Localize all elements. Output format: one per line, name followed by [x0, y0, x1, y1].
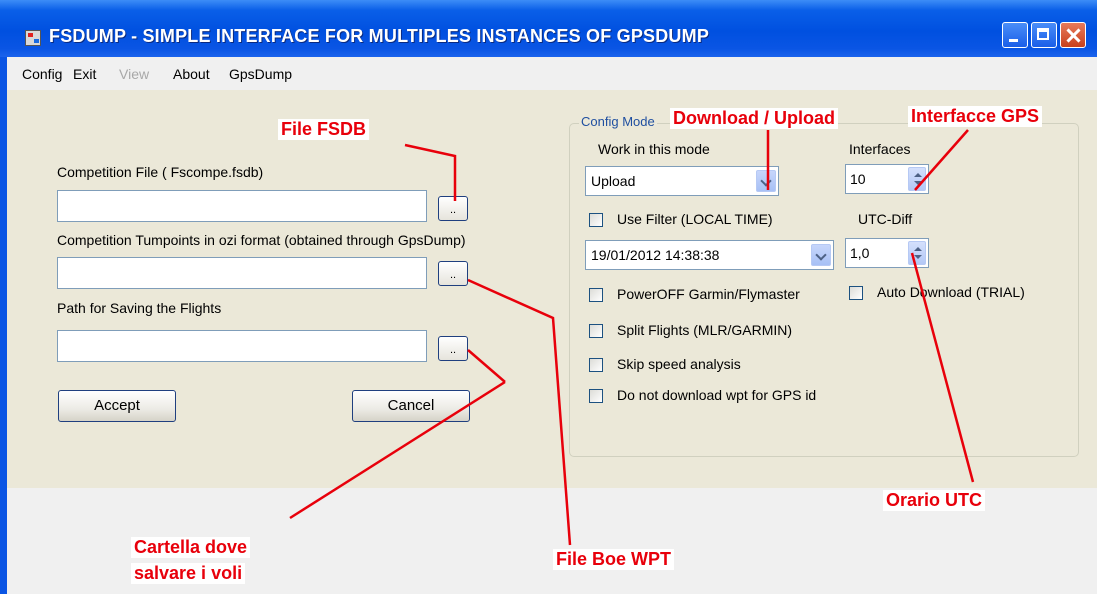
title-bar[interactable]: FSDUMP - SIMPLE INTERFACE FOR MULTIPLES …	[0, 0, 1097, 57]
no-wpt-checkbox[interactable]	[589, 389, 603, 403]
menu-exit[interactable]: Exit	[73, 66, 96, 82]
annotation-download-upload: Download / Upload	[670, 108, 838, 129]
interfaces-stepper[interactable]: 10	[845, 164, 929, 194]
menu-config[interactable]: Config	[22, 66, 62, 82]
skip-speed-checkbox[interactable]	[589, 358, 603, 372]
work-mode-select[interactable]: Upload	[585, 166, 779, 196]
competition-file-label: Competition File ( Fscompe.fsdb)	[57, 164, 264, 180]
annotation-file-fsdb: File FSDB	[278, 119, 370, 140]
menu-about[interactable]: About	[173, 66, 210, 82]
skip-speed-label: Skip speed analysis	[617, 356, 741, 372]
config-mode-title: Config Mode	[579, 114, 657, 129]
turnpoints-label: Competition Tumpoints in ozi format (obt…	[57, 232, 466, 248]
cancel-button[interactable]: Cancel	[352, 390, 470, 422]
maximize-button[interactable]	[1031, 22, 1057, 48]
use-filter-checkbox[interactable]	[589, 213, 603, 227]
use-filter-label: Use Filter (LOCAL TIME)	[617, 211, 773, 227]
annotation-orario-utc: Orario UTC	[883, 490, 986, 511]
interfaces-label: Interfaces	[849, 141, 911, 157]
annotation-cartella-line2: salvare i voli	[131, 563, 246, 584]
menu-view: View	[119, 66, 150, 82]
auto-download-label: Auto Download (TRIAL)	[877, 284, 1025, 300]
window-title: FSDUMP - SIMPLE INTERFACE FOR MULTIPLES …	[49, 26, 710, 46]
annotation-cartella-line1: Cartella dove	[131, 537, 251, 558]
save-path-input[interactable]	[57, 330, 427, 362]
chevron-down-icon[interactable]	[756, 170, 776, 192]
utc-diff-label: UTC-Diff	[858, 211, 913, 227]
browse-turnpoints-button[interactable]: ..	[438, 261, 468, 286]
split-flights-checkbox[interactable]	[589, 324, 603, 338]
menu-bar: Config Exit View About GpsDump	[7, 57, 1097, 90]
menu-gpsdump[interactable]: GpsDump	[229, 66, 292, 82]
annotation-interfacce-gps: Interfacce GPS	[908, 106, 1043, 127]
utc-diff-stepper[interactable]: 1,0	[845, 238, 929, 268]
application-window: FSDUMP - SIMPLE INTERFACE FOR MULTIPLES …	[0, 0, 1097, 594]
competition-file-input[interactable]	[57, 190, 427, 222]
work-mode-label: Work in this mode	[598, 141, 710, 157]
accept-button[interactable]: Accept	[58, 390, 176, 422]
poweroff-checkbox[interactable]	[589, 288, 603, 302]
spinner-arrows-icon[interactable]	[908, 167, 926, 191]
browse-competition-file-button[interactable]: ..	[438, 196, 468, 221]
no-wpt-label: Do not download wpt for GPS id	[617, 387, 817, 403]
filter-datetime-picker[interactable]: 19/01/2012 14:38:38	[585, 240, 834, 270]
minimize-button[interactable]	[1002, 22, 1028, 48]
poweroff-label: PowerOFF Garmin/Flymaster	[617, 286, 800, 302]
split-flights-label: Split Flights (MLR/GARMIN)	[617, 322, 793, 338]
save-path-label: Path for Saving the Flights	[57, 300, 222, 316]
window-left-border	[0, 57, 7, 594]
auto-download-checkbox[interactable]	[849, 286, 863, 300]
chevron-down-icon[interactable]	[811, 244, 831, 266]
annotation-file-boe-wpt: File Boe WPT	[553, 549, 675, 570]
turnpoints-file-input[interactable]	[57, 257, 427, 289]
browse-save-path-button[interactable]: ..	[438, 336, 468, 361]
app-icon[interactable]	[25, 30, 41, 46]
close-button[interactable]	[1060, 22, 1086, 48]
spinner-arrows-icon[interactable]	[908, 241, 926, 265]
